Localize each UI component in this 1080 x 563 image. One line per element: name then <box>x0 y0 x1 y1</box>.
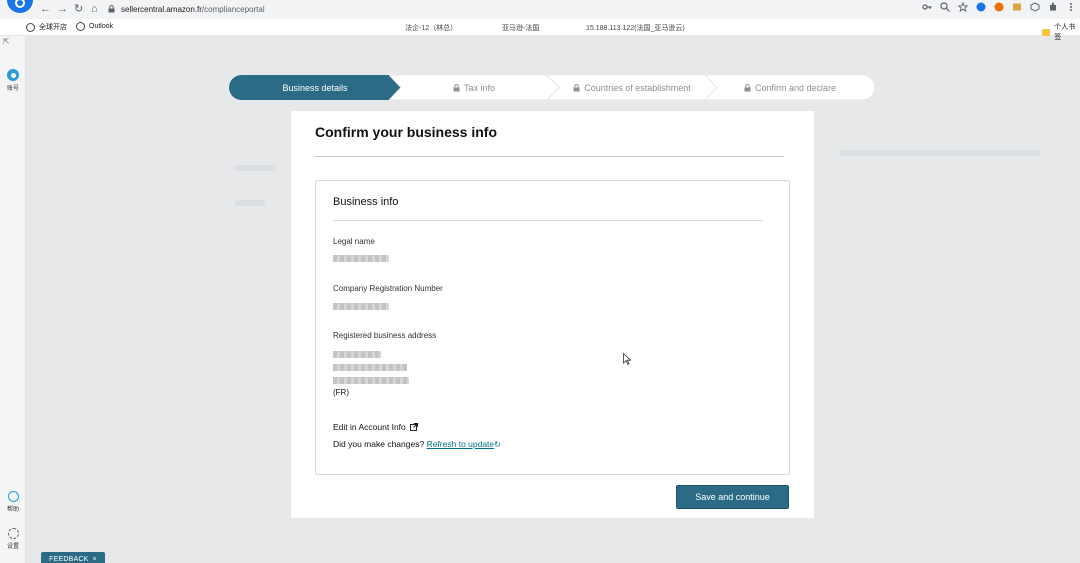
back-icon[interactable]: ← <box>40 2 51 16</box>
session-label: 15.188.113.122(法国_亚马逊云) <box>586 25 685 32</box>
background-blur <box>235 165 275 171</box>
address-line-redacted <box>333 377 409 384</box>
lock-icon <box>108 5 115 13</box>
key-icon[interactable] <box>922 2 932 12</box>
address-label: Registered business address <box>333 331 437 340</box>
lock-icon <box>453 83 460 91</box>
refresh-prompt: Did you make changes? Refresh to update↻ <box>333 439 501 449</box>
extension-orange-icon[interactable] <box>994 2 1004 12</box>
folder-icon <box>1042 28 1051 36</box>
session-label: 法企-12（林总） <box>405 25 458 32</box>
extension-cube-icon[interactable] <box>1030 2 1040 12</box>
globe-icon <box>76 22 85 31</box>
close-icon[interactable]: × <box>93 556 97 563</box>
mouse-cursor-icon <box>623 353 631 365</box>
confirm-card: Confirm your business info Business info… <box>291 111 814 518</box>
crn-label: Company Registration Number <box>333 284 443 293</box>
session-label: 亚马逊-法国 <box>502 25 540 32</box>
home-icon[interactable]: ⌂ <box>91 2 98 16</box>
step-label: Tax info <box>463 82 496 93</box>
divider <box>333 220 763 221</box>
browser-logo <box>7 0 33 13</box>
external-link-icon <box>409 423 418 431</box>
refresh-icon[interactable]: ↻ <box>494 440 501 449</box>
reload-icon[interactable]: ↻ <box>74 2 83 16</box>
sidebar-item-settings[interactable]: 设置 <box>0 528 26 550</box>
browser-extensions <box>922 2 1076 12</box>
bookmark-item[interactable]: Outlook <box>76 22 113 31</box>
star-icon[interactable] <box>958 2 968 12</box>
section-title: Business info <box>333 196 399 208</box>
address-bar[interactable]: sellercentral.amazon.fr/complianceportal <box>108 1 993 17</box>
save-and-continue-button[interactable]: Save and continue <box>676 485 789 509</box>
step-confirm-and-declare[interactable]: Confirm and declare <box>705 75 875 100</box>
bookmark-folder[interactable]: 个人书签 <box>1042 22 1080 42</box>
url-domain: sellercentral.amazon.fr <box>121 4 202 14</box>
step-label: Confirm and declare <box>754 82 837 93</box>
divider <box>315 156 784 157</box>
background-blur <box>840 150 1040 156</box>
lock-icon <box>744 83 751 91</box>
legal-name-label: Legal name <box>333 237 375 246</box>
lock-icon <box>573 83 580 91</box>
address-line-redacted <box>333 351 381 358</box>
step-tax-info[interactable]: Tax info <box>389 75 559 100</box>
step-countries-of-establishment[interactable]: Countries of establishment <box>547 75 717 100</box>
step-label: Business details <box>282 82 348 93</box>
background-blur <box>235 200 265 206</box>
forward-icon[interactable]: → <box>57 2 68 16</box>
refresh-link[interactable]: Refresh to update <box>427 439 495 449</box>
extension-blue-icon[interactable] <box>976 2 986 12</box>
url-path: /complianceportal <box>201 4 265 14</box>
expand-icon[interactable]: ⇱ <box>3 37 10 46</box>
bookmark-item[interactable]: 全球开店 <box>26 22 67 32</box>
feedback-label: FEEDBACK <box>49 555 89 563</box>
sidebar-item-account[interactable]: 账号 <box>0 69 26 92</box>
crn-value-redacted <box>333 303 389 310</box>
left-rail: 账号 帮助 设置 <box>0 36 26 563</box>
zoom-icon[interactable] <box>940 2 950 12</box>
step-label: Countries of establishment <box>584 82 691 93</box>
address-line-redacted <box>333 364 407 371</box>
puzzle-icon[interactable] <box>1048 2 1058 12</box>
gear-icon <box>7 528 19 539</box>
sidebar-item-help[interactable]: 帮助 <box>0 491 26 513</box>
browser-toolbar: ← → ↻ ⌂ sellercentral.amazon.fr/complian… <box>0 0 1080 19</box>
business-info-section: Business info Legal name Company Registr… <box>315 180 790 475</box>
kebab-menu-icon[interactable] <box>1066 2 1076 12</box>
legal-name-value-redacted <box>333 255 389 262</box>
page-title: Confirm your business info <box>315 124 498 140</box>
address-country: (FR) <box>333 388 349 397</box>
help-icon <box>7 491 19 502</box>
feedback-tab[interactable]: FEEDBACK × <box>41 552 105 563</box>
step-business-details[interactable]: Business details <box>229 75 401 100</box>
progress-stepper: Business details Tax info Countries of e… <box>229 75 875 100</box>
edit-account-info-link[interactable]: Edit in Account Info <box>333 422 418 432</box>
account-icon <box>7 69 19 81</box>
globe-icon <box>26 22 35 32</box>
bookmark-bar: 全球开店 Outlook 法企-12（林总） 亚马逊-法国 15.188.113… <box>0 19 1080 41</box>
extension-box-icon[interactable] <box>1012 2 1022 12</box>
